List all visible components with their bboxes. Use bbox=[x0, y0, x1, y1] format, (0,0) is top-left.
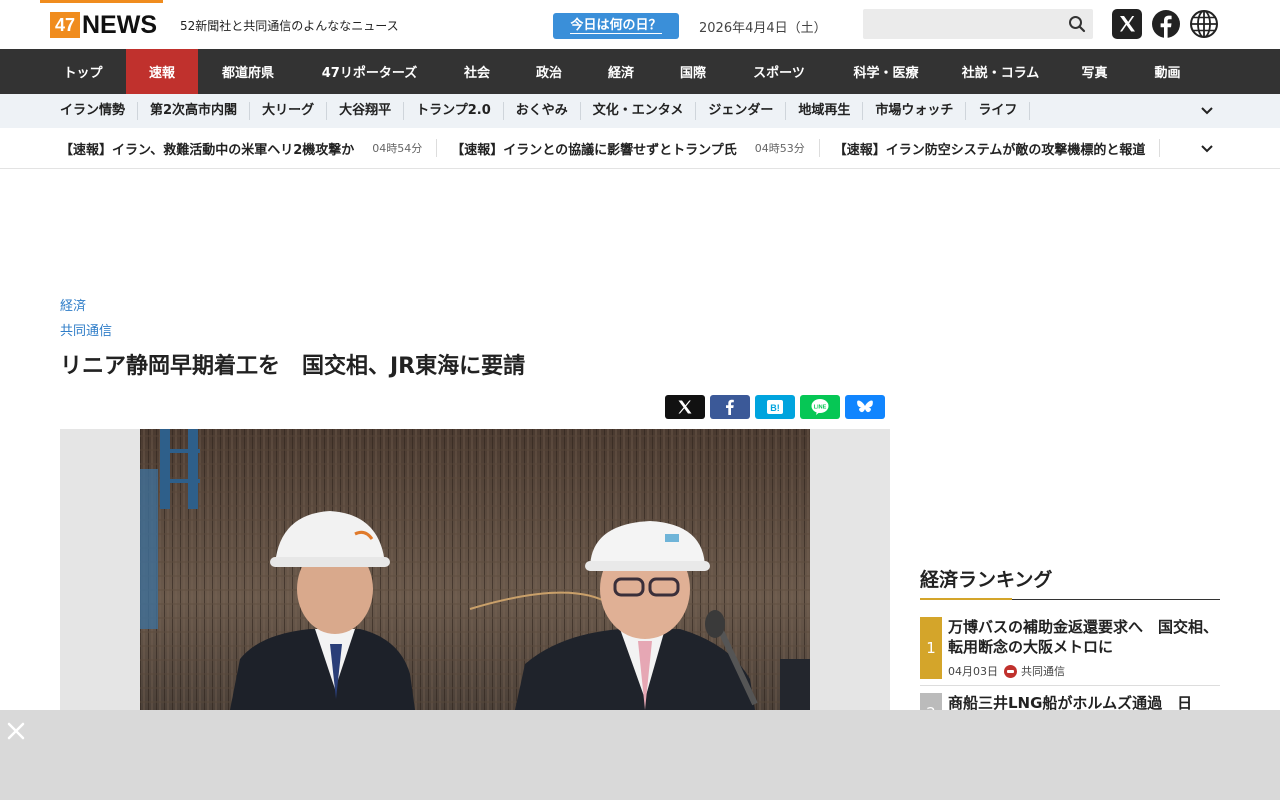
topic-nav-item[interactable]: イラン情勢 bbox=[48, 102, 139, 120]
x-icon bbox=[678, 400, 692, 414]
topic-nav-item[interactable]: トランプ2.0 bbox=[404, 102, 504, 120]
article-category-link[interactable]: 経済 bbox=[60, 295, 86, 314]
topic-nav-item[interactable]: 大リーグ bbox=[250, 102, 328, 120]
ticker-list: 【速報】イラン、救難活動中の米軍ヘリ2機攻撃か 04時54分 【速報】イランとの協議… bbox=[60, 128, 1195, 168]
line-icon: LINE bbox=[811, 399, 829, 415]
ticker-item[interactable]: 【速報】イランとの協議に影響せずとトランプ氏 04時53分 bbox=[451, 139, 820, 158]
bottom-ad-overlay bbox=[0, 710, 1280, 800]
ranking-item-title: 万博バスの補助金返還要求へ 国交相、転用断念の大阪メトロに bbox=[948, 618, 1219, 656]
article-photo[interactable] bbox=[140, 429, 810, 710]
topic-navigation: イラン情勢 第2次高市内閣 大リーグ 大谷翔平 トランプ2.0 おくやみ 文化・エンタメ ジェ… bbox=[0, 94, 1280, 128]
topic-nav-item[interactable]: 第2次高市内閣 bbox=[138, 102, 251, 120]
main-nav-item[interactable]: スポーツ bbox=[729, 49, 829, 94]
article-source-link[interactable]: 共同通信 bbox=[60, 320, 112, 339]
x-twitter-icon[interactable] bbox=[1112, 9, 1142, 39]
main-nav-item[interactable]: 政治 bbox=[513, 49, 585, 94]
search-input[interactable] bbox=[863, 9, 1093, 39]
svg-text:B!: B! bbox=[770, 403, 780, 413]
ranking-item-meta: 04月03日 共同通信 bbox=[948, 663, 1065, 679]
main-nav-item[interactable]: 速報 bbox=[126, 49, 198, 94]
kyodo-logo-icon bbox=[1004, 664, 1017, 678]
facebook-icon bbox=[726, 399, 734, 415]
ticker-item-time: 04時54分 bbox=[372, 142, 423, 155]
globe-language-icon[interactable] bbox=[1189, 9, 1219, 39]
ranking-item-date: 04月03日 bbox=[948, 665, 998, 678]
close-icon[interactable] bbox=[5, 720, 27, 742]
topic-nav-item[interactable]: 地域再生 bbox=[786, 102, 864, 120]
ticker-expand-chevron-icon[interactable] bbox=[1200, 142, 1214, 156]
share-bluesky-button[interactable] bbox=[845, 395, 885, 419]
share-facebook-button[interactable] bbox=[710, 395, 750, 419]
svg-text:LINE: LINE bbox=[814, 405, 827, 411]
ticker-item-title: 【速報】イラン、救難活動中の米軍ヘリ2機攻撃か bbox=[60, 142, 355, 158]
hatena-bookmark-icon: B! bbox=[767, 400, 783, 414]
today-in-history-label: 今日は何の日？ bbox=[570, 18, 662, 34]
main-nav-item[interactable]: 社説・コラム bbox=[943, 49, 1058, 94]
current-date: 2026年4月4日（土） bbox=[699, 21, 827, 36]
breaking-news-ticker: 【速報】イラン、救難活動中の米軍ヘリ2機攻撃か 04時54分 【速報】イランとの協議… bbox=[0, 128, 1280, 169]
main-nav-item[interactable]: 科学・医療 bbox=[829, 49, 943, 94]
bluesky-icon bbox=[857, 400, 873, 413]
share-line-button[interactable]: LINE bbox=[800, 395, 840, 419]
site-logo[interactable]: 47 NEWS bbox=[50, 11, 157, 39]
logo-word: NEWS bbox=[82, 10, 157, 39]
ranking-number: 1 bbox=[920, 617, 942, 679]
article-headline: リニア静岡早期着工を 国交相、JR東海に要請 bbox=[60, 354, 526, 379]
ranking-item[interactable]: 1 万博バスの補助金返還要求へ 国交相、転用断念の大阪メトロに 04月03日 共… bbox=[920, 617, 1220, 679]
topic-nav-item[interactable]: 大谷翔平 bbox=[327, 102, 405, 120]
site-header: 47 NEWS 52新聞社と共同通信のよんななニュース 今日は何の日？ 2026… bbox=[0, 0, 1280, 49]
ranking-item-source: 共同通信 bbox=[1021, 665, 1065, 678]
today-in-history-button[interactable]: 今日は何の日？ bbox=[553, 13, 679, 39]
logo-accent-bar bbox=[40, 0, 163, 3]
main-navigation: トップ 速報 都道府県 47リポーターズ 社会 政治 経済 国際 スポーツ 科学・医療 社説・コラム… bbox=[0, 49, 1280, 94]
topic-nav-item[interactable]: 文化・エンタメ bbox=[581, 102, 697, 120]
topic-nav-item[interactable]: ライフ bbox=[966, 102, 1031, 120]
ranking-separator bbox=[920, 685, 1220, 686]
topic-nav-item[interactable]: 市場ウォッチ bbox=[863, 102, 967, 120]
article-photo-frame bbox=[60, 429, 890, 710]
share-hatena-button[interactable]: B! bbox=[755, 395, 795, 419]
search-icon[interactable] bbox=[1067, 14, 1087, 34]
main-nav-item[interactable]: 動画 bbox=[1131, 49, 1204, 94]
topic-nav-item[interactable]: ジェンダー bbox=[696, 102, 787, 120]
topic-nav-list: イラン情勢 第2次高市内閣 大リーグ 大谷翔平 トランプ2.0 おくやみ 文化・エンタメ ジェ… bbox=[48, 94, 1031, 128]
ticker-item[interactable]: 【速報】イラン、救難活動中の米軍ヘリ2機攻撃か 04時54分 bbox=[60, 139, 438, 158]
ticker-item[interactable]: 【速報】イラン防空システムが敵の攻撃機標的と報道 bbox=[833, 139, 1161, 158]
share-x-button[interactable] bbox=[665, 395, 705, 419]
ticker-item-time: 04時53分 bbox=[754, 142, 805, 155]
topic-nav-item[interactable]: おくやみ bbox=[504, 102, 581, 120]
main-nav-item[interactable]: 47リポーターズ bbox=[298, 49, 441, 94]
main-nav-item[interactable]: 都道府県 bbox=[198, 49, 298, 94]
facebook-icon[interactable] bbox=[1151, 9, 1181, 39]
logo-number: 47 bbox=[50, 12, 80, 38]
ranking-title-accent bbox=[920, 598, 1012, 600]
main-nav-item[interactable]: トップ bbox=[40, 49, 126, 94]
site-tagline: 52新聞社と共同通信のよんななニュース bbox=[180, 19, 399, 33]
ticker-item-title: 【速報】イランとの協議に影響せずとトランプ氏 bbox=[451, 142, 737, 158]
main-nav-item[interactable]: 写真 bbox=[1058, 49, 1131, 94]
ticker-item-title: 【速報】イラン防空システムが敵の攻撃機標的と報道 bbox=[833, 142, 1146, 158]
main-nav-item[interactable]: 国際 bbox=[657, 49, 729, 94]
main-nav-item[interactable]: 経済 bbox=[585, 49, 657, 94]
ranking-title: 経済ランキング bbox=[920, 569, 1053, 591]
main-nav-item[interactable]: 社会 bbox=[441, 49, 513, 94]
main-nav-list: トップ 速報 都道府県 47リポーターズ 社会 政治 経済 国際 スポーツ 科学・医療 社説・コラム… bbox=[40, 49, 1204, 94]
chevron-down-icon[interactable] bbox=[1200, 104, 1214, 118]
